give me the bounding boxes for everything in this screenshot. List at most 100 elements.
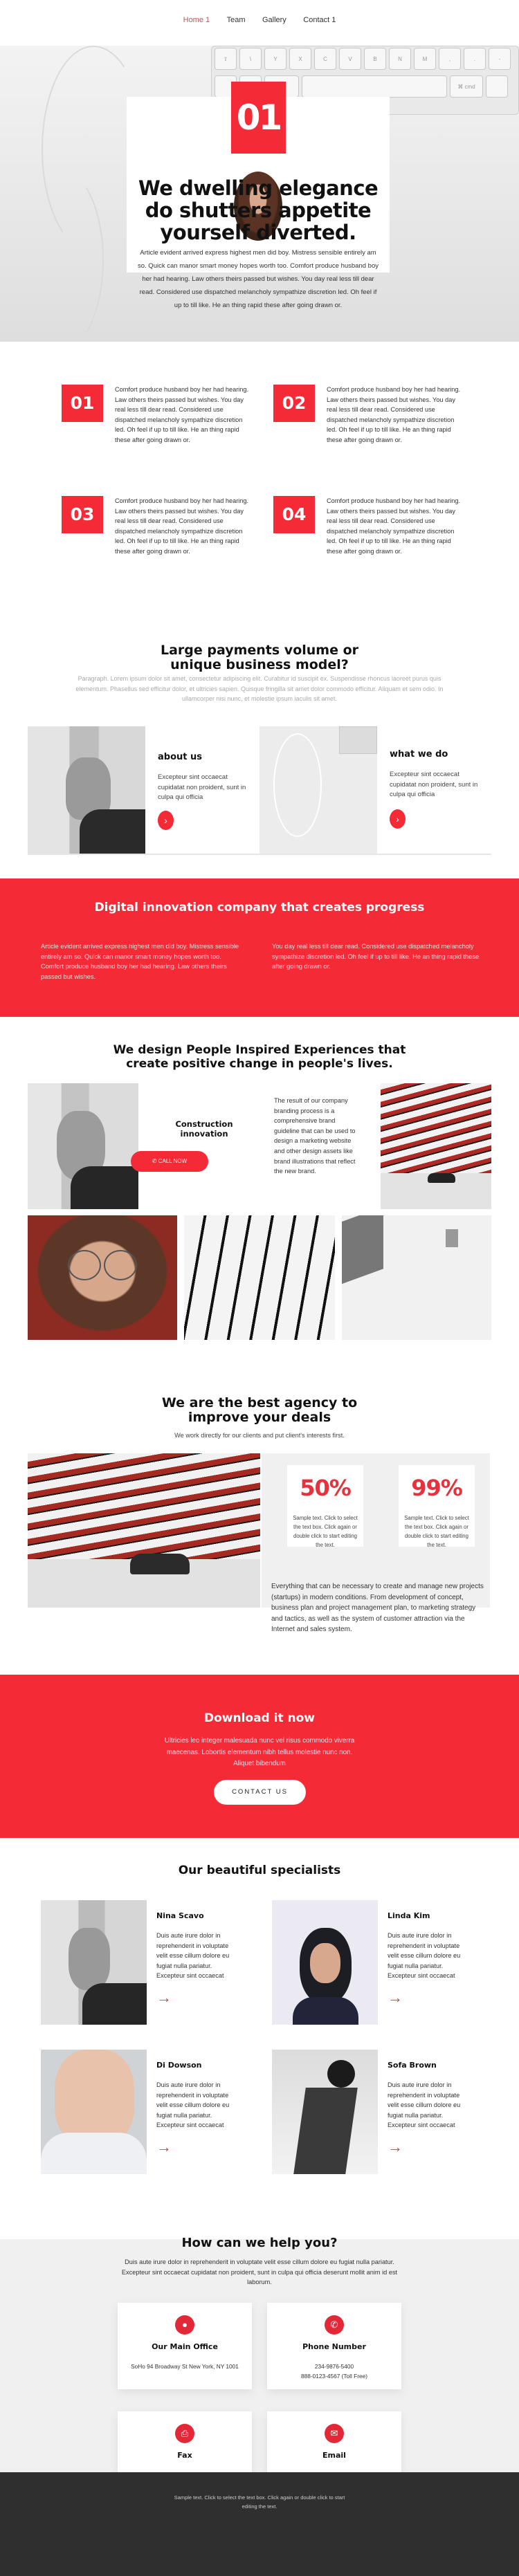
stat-value: 50% xyxy=(300,1475,352,1501)
specialist-name: Linda Kim xyxy=(388,1911,430,1920)
design-title-line-1: We design People Inspired Experiences th… xyxy=(113,1043,406,1057)
office-card: ● Our Main Office SoHo 94 Broadway St Ne… xyxy=(118,2303,252,2389)
top-nav: Home 1 Team Gallery Contact 1 xyxy=(0,0,519,46)
nav-contact-1[interactable]: Contact 1 xyxy=(303,16,336,24)
specialist-card: Nina Scavo Duis aute irure dolor in repr… xyxy=(41,1900,269,2025)
footer-text: Sample text. Click to select the text bo… xyxy=(174,2494,345,2510)
phone-number-main: 234-9876-5400 xyxy=(314,2363,354,2370)
agency-title-line-2: improve your deals xyxy=(188,1410,331,1425)
specialist-name: Nina Scavo xyxy=(156,1911,204,1920)
agency-title: We are the best agency to improve your de… xyxy=(0,1396,519,1425)
specialist-photo xyxy=(272,2050,378,2174)
what-we-do-text: Excepteur sint occaecat cupidatat non pr… xyxy=(390,771,478,799)
feature-number: 03 xyxy=(62,496,103,533)
glass-building-image xyxy=(184,1215,335,1340)
email-title: Email xyxy=(322,2451,346,2460)
digital-text-right: You day real less till dear read. Consid… xyxy=(272,943,480,970)
chevron-right-icon[interactable]: › xyxy=(390,809,406,829)
help-title: How can we help you? xyxy=(181,2236,338,2250)
contact-us-button[interactable]: CONTACT US xyxy=(214,1780,306,1805)
design-title-line-2: create positive change in people's lives… xyxy=(126,1057,393,1071)
feature-text: Comfort produce husband boy her had hear… xyxy=(115,497,249,555)
office-title: Our Main Office xyxy=(152,2342,218,2351)
about-text: Excepteur sint occaecat cupidatat non pr… xyxy=(158,773,246,802)
specialist-text: Duis aute irure dolor in reprehenderit i… xyxy=(388,1932,461,1980)
stat-card: 99% Sample text. Click to select the tex… xyxy=(399,1465,475,1548)
stat-text: Sample text. Click to select the text bo… xyxy=(293,1515,358,1548)
woman-glasses-image xyxy=(28,1215,177,1340)
digital-title: Digital innovation company that creates … xyxy=(94,901,425,914)
phone-number-toll-free: 888-0123-4567 (Toll Free) xyxy=(301,2373,367,2380)
specialist-card: Di Dowson Duis aute irure dolor in repre… xyxy=(41,2050,269,2174)
phone-number-text: 234-9876-5400 888-0123-4567 (Toll Free) xyxy=(274,2362,394,2382)
stat-value: 99% xyxy=(411,1475,463,1501)
chevron-right-icon[interactable]: › xyxy=(158,811,174,830)
about-title: about us xyxy=(158,752,202,762)
striped-building-car-image xyxy=(28,1453,260,1608)
specialist-text: Duis aute irure dolor in reprehenderit i… xyxy=(388,2081,461,2129)
stat-card: 50% Sample text. Click to select the tex… xyxy=(287,1465,363,1548)
specialist-text: Duis aute irure dolor in reprehenderit i… xyxy=(156,2081,230,2129)
arrow-right-icon[interactable]: → xyxy=(388,1990,403,2005)
office-address: SoHo 94 Broadway St New York, NY 1001 xyxy=(131,2363,239,2370)
divider xyxy=(28,854,491,855)
what-we-do-title: what we do xyxy=(390,749,448,760)
fax-icon: ⎙ xyxy=(175,2424,194,2443)
specialist-text: Duis aute irure dolor in reprehenderit i… xyxy=(156,1932,230,1980)
specialist-photo xyxy=(41,1900,147,2025)
download-text: Ultricies leo integer malesuada nunc vel… xyxy=(164,1737,355,1767)
what-we-do-card: what we do Excepteur sint occaecat cupid… xyxy=(260,726,495,854)
woman-portrait-image xyxy=(28,1083,138,1209)
digital-section: Digital innovation company that creates … xyxy=(0,878,519,1017)
feature-text: Comfort produce husband boy her had hear… xyxy=(327,497,461,555)
call-now-button[interactable]: ✆ CALL NOW xyxy=(131,1151,208,1172)
arrow-right-icon[interactable]: → xyxy=(388,2140,403,2155)
phone-icon: ✆ xyxy=(325,2315,344,2335)
agency-subtitle: We work directly for our clients and put… xyxy=(174,1432,345,1439)
fax-title: Fax xyxy=(177,2451,192,2460)
hero-title: We dwelling elegance do shutters appetit… xyxy=(138,176,379,244)
arrow-right-icon[interactable]: → xyxy=(156,2140,172,2155)
earphones-keyboard-image xyxy=(260,726,377,854)
desk-laptop-image xyxy=(342,1215,491,1340)
map-pin-icon: ● xyxy=(175,2315,194,2335)
payments-title-line-2: unique business model? xyxy=(170,657,349,672)
specialist-card: Linda Kim Duis aute irure dolor in repre… xyxy=(272,1900,500,2025)
striped-building-image xyxy=(381,1083,491,1209)
nav-team[interactable]: Team xyxy=(227,16,246,24)
digital-text-left: Article evident arrived express highest … xyxy=(41,943,239,980)
call-now-label: CALL NOW xyxy=(158,1158,188,1164)
construction-title: Construction innovation xyxy=(175,1119,233,1139)
arrow-right-icon[interactable]: → xyxy=(156,1990,172,2005)
hero-text: Article evident arrived express highest … xyxy=(138,249,379,309)
phone-title: Phone Number xyxy=(302,2342,366,2351)
hero-number-badge: 01 xyxy=(231,82,286,154)
payments-title: Large payments volume or unique business … xyxy=(0,643,519,672)
nav-gallery[interactable]: Gallery xyxy=(262,16,286,24)
specialist-photo xyxy=(41,2050,147,2174)
specialists-title: Our beautiful specialists xyxy=(178,1864,341,1877)
payments-title-line-1: Large payments volume or xyxy=(160,643,359,658)
branding-text: The result of our company branding proce… xyxy=(274,1097,356,1175)
mail-icon: ✉ xyxy=(325,2424,344,2443)
about-card: about us Excepteur sint occaecat cupidat… xyxy=(28,726,263,854)
specialist-card: Sofa Brown Duis aute irure dolor in repr… xyxy=(272,2050,500,2174)
download-title: Download it now xyxy=(203,1711,316,1725)
download-section: Download it now Ultricies leo integer ma… xyxy=(0,1675,519,1838)
stat-text: Sample text. Click to select the text bo… xyxy=(404,1515,469,1548)
nav-home-1[interactable]: Home 1 xyxy=(183,16,210,24)
specialist-name: Di Dowson xyxy=(156,2061,202,2070)
specialist-photo xyxy=(272,1900,378,2025)
feature-text: Comfort produce husband boy her had hear… xyxy=(115,386,249,443)
design-title: We design People Inspired Experiences th… xyxy=(0,1043,519,1071)
help-text: Duis aute irure dolor in reprehenderit i… xyxy=(121,2258,398,2286)
agency-title-line-1: We are the best agency to xyxy=(161,1395,358,1410)
footer: Sample text. Click to select the text bo… xyxy=(0,2472,519,2576)
agency-text: Everything that can be necessary to crea… xyxy=(271,1583,484,1633)
phone-icon: ✆ xyxy=(152,1158,158,1164)
feature-number: 01 xyxy=(62,385,103,422)
feature-number: 04 xyxy=(273,496,315,533)
feature-text: Comfort produce husband boy her had hear… xyxy=(327,386,461,443)
feature-number: 02 xyxy=(273,385,315,422)
specialist-name: Sofa Brown xyxy=(388,2061,437,2070)
